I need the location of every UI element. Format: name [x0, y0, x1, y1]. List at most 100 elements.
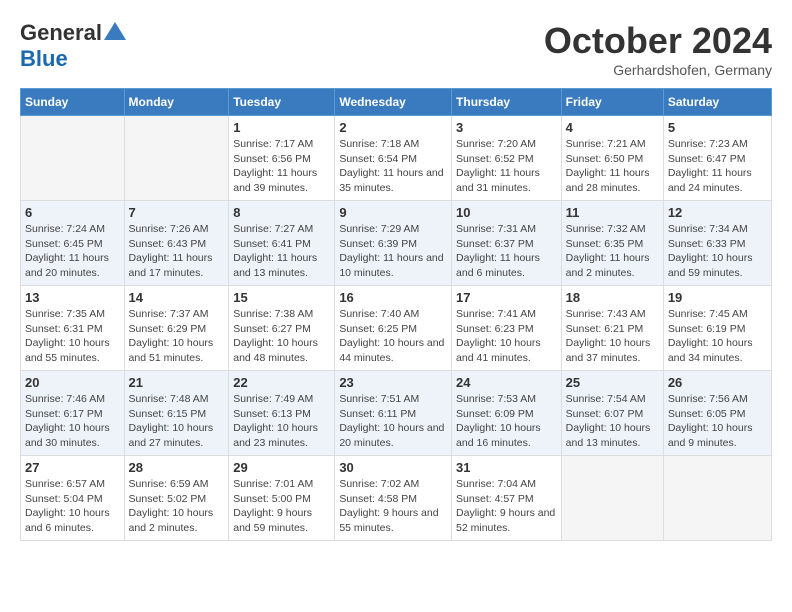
- day-number: 6: [25, 205, 120, 220]
- day-info: Sunrise: 7:31 AMSunset: 6:37 PMDaylight:…: [456, 222, 557, 281]
- day-info: Sunrise: 7:34 AMSunset: 6:33 PMDaylight:…: [668, 222, 767, 281]
- day-number: 8: [233, 205, 330, 220]
- calendar-header: Sunday Monday Tuesday Wednesday Thursday…: [21, 89, 772, 116]
- logo-blue-text: Blue: [20, 46, 68, 71]
- day-cell: 4 Sunrise: 7:21 AMSunset: 6:50 PMDaylight…: [561, 116, 663, 201]
- day-number: 1: [233, 120, 330, 135]
- day-cell: 29 Sunrise: 7:01 AMSunset: 5:00 PMDayligh…: [229, 456, 335, 541]
- calendar-table: Sunday Monday Tuesday Wednesday Thursday…: [20, 88, 772, 541]
- day-cell: [663, 456, 771, 541]
- week-row-5: 27Sunrise: 6:57 AMSunset: 5:04 PMDayligh…: [21, 456, 772, 541]
- day-number: 15: [233, 290, 330, 305]
- day-number: 14: [129, 290, 225, 305]
- day-number: 10: [456, 205, 557, 220]
- month-title: October 2024: [544, 20, 772, 62]
- day-number: 17: [456, 290, 557, 305]
- day-info: Sunrise: 7:27 AMSunset: 6:41 PMDaylight:…: [233, 222, 330, 281]
- day-cell: 14Sunrise: 7:37 AMSunset: 6:29 PMDayligh…: [124, 286, 229, 371]
- col-sunday: Sunday: [21, 89, 125, 116]
- day-number: 16: [339, 290, 447, 305]
- day-info: Sunrise: 7:54 AMSunset: 6:07 PMDaylight:…: [566, 392, 659, 451]
- day-number: 26: [668, 375, 767, 390]
- day-number: 27: [25, 460, 120, 475]
- day-cell: 15Sunrise: 7:38 AMSunset: 6:27 PMDayligh…: [229, 286, 335, 371]
- day-info: Sunrise: 7:26 AMSunset: 6:43 PMDaylight:…: [129, 222, 225, 281]
- col-thursday: Thursday: [452, 89, 562, 116]
- day-info: Sunrise: 7:18 AMSunset: 6:54 PMDaylight:…: [339, 137, 447, 196]
- day-info: Sunrise: 7:02 AMSunset: 4:58 PMDaylight:…: [339, 477, 447, 536]
- day-number: 18: [566, 290, 659, 305]
- day-info: Sunrise: 7:49 AMSunset: 6:13 PMDaylight:…: [233, 392, 330, 451]
- day-number: 22: [233, 375, 330, 390]
- day-number: 20: [25, 375, 120, 390]
- day-info: Sunrise: 7:43 AMSunset: 6:21 PMDaylight:…: [566, 307, 659, 366]
- day-number: 7: [129, 205, 225, 220]
- day-number: 2: [339, 120, 447, 135]
- location-text: Gerhardshofen, Germany: [544, 62, 772, 78]
- day-info: Sunrise: 7:24 AMSunset: 6:45 PMDaylight:…: [25, 222, 120, 281]
- day-number: 4: [566, 120, 659, 135]
- day-cell: 31 Sunrise: 7:04 AMSunset: 4:57 PMDayligh…: [452, 456, 562, 541]
- day-cell: 28Sunrise: 6:59 AMSunset: 5:02 PMDayligh…: [124, 456, 229, 541]
- day-info: Sunrise: 7:21 AMSunset: 6:50 PMDaylight:…: [566, 137, 659, 196]
- col-friday: Friday: [561, 89, 663, 116]
- logo-icon: [104, 22, 126, 40]
- day-number: 23: [339, 375, 447, 390]
- day-info: Sunrise: 7:17 AMSunset: 6:56 PMDaylight:…: [233, 137, 330, 196]
- day-info: Sunrise: 7:20 AMSunset: 6:52 PMDaylight:…: [456, 137, 557, 196]
- day-info: Sunrise: 7:29 AMSunset: 6:39 PMDaylight:…: [339, 222, 447, 281]
- day-cell: 6 Sunrise: 7:24 AMSunset: 6:45 PMDaylight…: [21, 201, 125, 286]
- day-info: Sunrise: 7:23 AMSunset: 6:47 PMDaylight:…: [668, 137, 767, 196]
- day-info: Sunrise: 7:48 AMSunset: 6:15 PMDaylight:…: [129, 392, 225, 451]
- day-cell: 10 Sunrise: 7:31 AMSunset: 6:37 PMDayligh…: [452, 201, 562, 286]
- day-number: 11: [566, 205, 659, 220]
- day-cell: 27Sunrise: 6:57 AMSunset: 5:04 PMDayligh…: [21, 456, 125, 541]
- day-number: 29: [233, 460, 330, 475]
- day-number: 12: [668, 205, 767, 220]
- day-cell: 21 Sunrise: 7:48 AMSunset: 6:15 PMDayligh…: [124, 371, 229, 456]
- day-number: 13: [25, 290, 120, 305]
- day-cell: 20 Sunrise: 7:46 AMSunset: 6:17 PMDayligh…: [21, 371, 125, 456]
- day-number: 21: [129, 375, 225, 390]
- day-info: Sunrise: 7:53 AMSunset: 6:09 PMDaylight:…: [456, 392, 557, 451]
- day-number: 31: [456, 460, 557, 475]
- day-cell: 26 Sunrise: 7:56 AMSunset: 6:05 PMDayligh…: [663, 371, 771, 456]
- week-row-2: 6 Sunrise: 7:24 AMSunset: 6:45 PMDaylight…: [21, 201, 772, 286]
- day-info: Sunrise: 7:56 AMSunset: 6:05 PMDaylight:…: [668, 392, 767, 451]
- day-cell: 13Sunrise: 7:35 AMSunset: 6:31 PMDayligh…: [21, 286, 125, 371]
- day-cell: 8 Sunrise: 7:27 AMSunset: 6:41 PMDaylight…: [229, 201, 335, 286]
- day-cell: 22 Sunrise: 7:49 AMSunset: 6:13 PMDayligh…: [229, 371, 335, 456]
- day-number: 5: [668, 120, 767, 135]
- day-info: Sunrise: 7:41 AMSunset: 6:23 PMDaylight:…: [456, 307, 557, 366]
- day-cell: 24 Sunrise: 7:53 AMSunset: 6:09 PMDayligh…: [452, 371, 562, 456]
- day-cell: 3 Sunrise: 7:20 AMSunset: 6:52 PMDaylight…: [452, 116, 562, 201]
- week-row-4: 20 Sunrise: 7:46 AMSunset: 6:17 PMDayligh…: [21, 371, 772, 456]
- col-tuesday: Tuesday: [229, 89, 335, 116]
- page-header: General Blue October 2024 Gerhardshofen,…: [20, 20, 772, 78]
- header-row: Sunday Monday Tuesday Wednesday Thursday…: [21, 89, 772, 116]
- day-cell: 7 Sunrise: 7:26 AMSunset: 6:43 PMDaylight…: [124, 201, 229, 286]
- title-block: October 2024 Gerhardshofen, Germany: [544, 20, 772, 78]
- day-number: 19: [668, 290, 767, 305]
- day-cell: 9Sunrise: 7:29 AMSunset: 6:39 PMDaylight…: [335, 201, 452, 286]
- day-number: 28: [129, 460, 225, 475]
- day-number: 30: [339, 460, 447, 475]
- day-cell: 2 Sunrise: 7:18 AMSunset: 6:54 PMDaylight…: [335, 116, 452, 201]
- day-info: Sunrise: 7:04 AMSunset: 4:57 PMDaylight:…: [456, 477, 557, 536]
- day-cell: 25 Sunrise: 7:54 AMSunset: 6:07 PMDayligh…: [561, 371, 663, 456]
- day-cell: 12 Sunrise: 7:34 AMSunset: 6:33 PMDayligh…: [663, 201, 771, 286]
- day-cell: 30 Sunrise: 7:02 AMSunset: 4:58 PMDayligh…: [335, 456, 452, 541]
- logo: General Blue: [20, 20, 126, 72]
- day-number: 3: [456, 120, 557, 135]
- day-info: Sunrise: 7:46 AMSunset: 6:17 PMDaylight:…: [25, 392, 120, 451]
- day-info: Sunrise: 7:51 AMSunset: 6:11 PMDaylight:…: [339, 392, 447, 451]
- day-number: 25: [566, 375, 659, 390]
- day-cell: 11 Sunrise: 7:32 AMSunset: 6:35 PMDayligh…: [561, 201, 663, 286]
- day-number: 24: [456, 375, 557, 390]
- day-cell: 19Sunrise: 7:45 AMSunset: 6:19 PMDayligh…: [663, 286, 771, 371]
- day-cell: [561, 456, 663, 541]
- day-info: Sunrise: 7:01 AMSunset: 5:00 PMDaylight:…: [233, 477, 330, 536]
- day-info: Sunrise: 7:40 AMSunset: 6:25 PMDaylight:…: [339, 307, 447, 366]
- day-info: Sunrise: 7:32 AMSunset: 6:35 PMDaylight:…: [566, 222, 659, 281]
- logo-general-text: General: [20, 20, 102, 46]
